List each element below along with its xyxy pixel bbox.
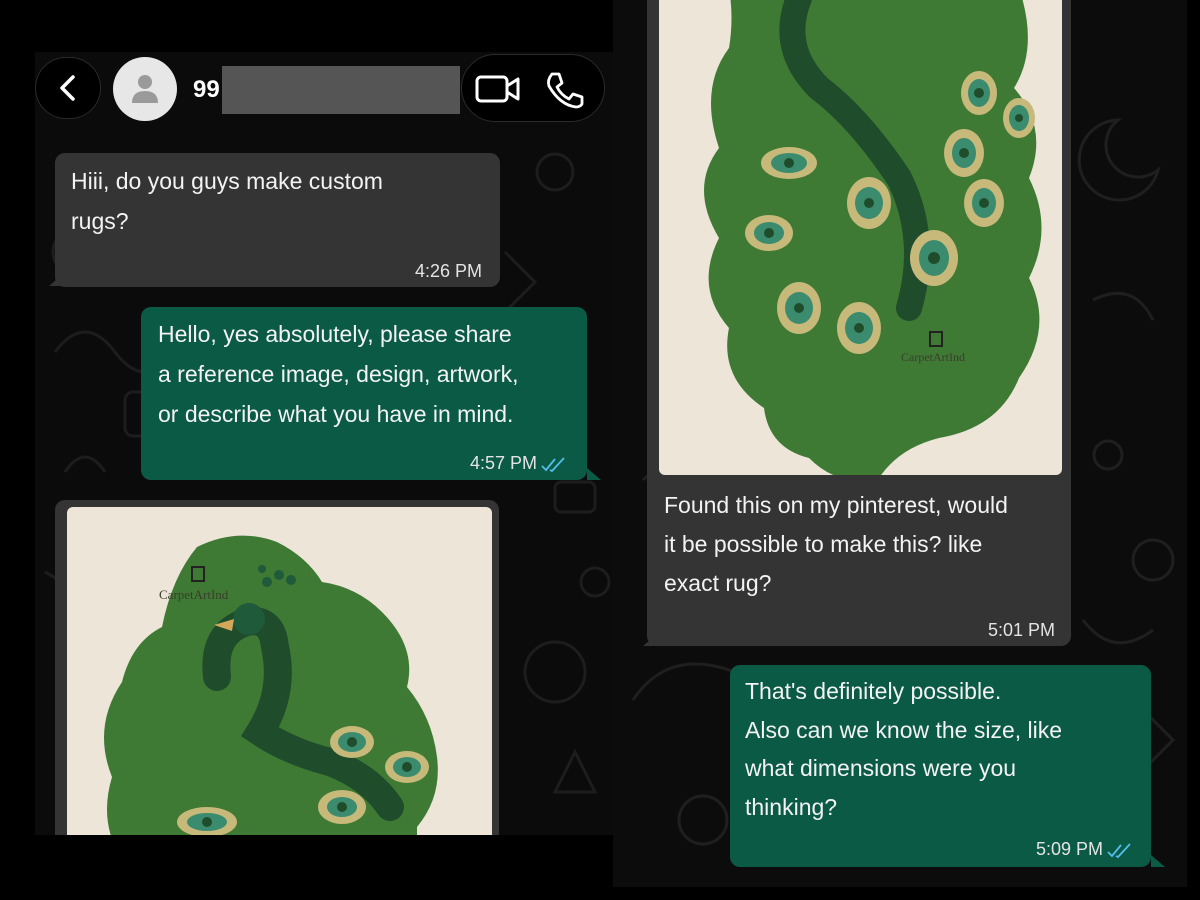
- message-line: thinking?: [745, 793, 838, 820]
- back-arrow-icon: [60, 75, 75, 101]
- rug-image[interactable]: CarpetArtInd: [67, 507, 492, 835]
- message-line: rugs?: [71, 208, 129, 234]
- image-caption: Found this on my pinterest, would it be …: [664, 486, 1008, 603]
- avatar[interactable]: [113, 57, 177, 121]
- bubble-tail: [49, 274, 63, 286]
- peacock-rug-graphic: [104, 535, 438, 835]
- caption-line: exact rug?: [664, 570, 772, 596]
- message-line: a reference image, design, artwork,: [158, 361, 519, 387]
- brand-logo-text: CarpetArtInd: [159, 587, 229, 602]
- message-line: or describe what you have in mind.: [158, 401, 514, 427]
- message-time: 5:01 PM: [987, 620, 1055, 640]
- voice-call-button[interactable]: [544, 71, 584, 114]
- brand-logo-text: CarpetArtInd: [901, 350, 965, 364]
- double-check-icon: [1107, 843, 1131, 859]
- message-bubble-incoming[interactable]: Hiii, do you guys make custom rugs? 4:26…: [55, 153, 500, 287]
- contact-name[interactable]: 99: [193, 76, 220, 104]
- double-check-icon: [541, 457, 565, 473]
- message-line: Also can we know the size, like: [745, 716, 1063, 743]
- back-button[interactable]: [35, 57, 101, 119]
- caption-line: it be possible to make this? like: [664, 531, 983, 557]
- bubble-tail: [643, 634, 657, 646]
- chat-header: 99: [35, 52, 613, 134]
- message-bubble-outgoing[interactable]: Hello, yes absolutely, please share a re…: [141, 307, 587, 480]
- bubble-tail: [1151, 855, 1165, 867]
- rug-image[interactable]: CarpetArtInd: [659, 0, 1062, 475]
- message-line: what dimensions were you: [745, 755, 1017, 781]
- peacock-rug-graphic: [704, 0, 1042, 475]
- caption-line: Found this on my pinterest, would: [664, 492, 1008, 518]
- brand-logo-mark: [191, 566, 205, 582]
- person-icon: [132, 75, 158, 103]
- message-line: Hello, yes absolutely, please share: [158, 321, 512, 347]
- message-time: 4:57 PM: [469, 453, 537, 473]
- video-call-icon: [475, 75, 520, 103]
- bubble-tail: [587, 468, 601, 480]
- message-text: Hiii, do you guys make custom rugs?: [71, 161, 383, 241]
- message-line: That's definitely possible.: [745, 678, 1002, 704]
- message-text: Hello, yes absolutely, please share a re…: [158, 314, 519, 434]
- message-text: That's definitely possible. Also can we …: [745, 672, 1062, 826]
- name-redaction: [222, 66, 460, 114]
- phone-icon: [547, 72, 584, 109]
- call-actions: [461, 54, 605, 122]
- brand-logo-mark: [929, 331, 943, 347]
- message-line: Hiii, do you guys make custom: [71, 168, 383, 194]
- chat-screenshot-left: 99 Hiii, do you guys make custom rugs? 4…: [35, 52, 613, 835]
- chat-screenshot-right: CarpetArtInd Found this on my pinterest,…: [613, 0, 1187, 887]
- message-bubble-image[interactable]: CarpetArtInd Found this on my pinterest,…: [647, 0, 1071, 646]
- video-call-button[interactable]: [474, 73, 522, 110]
- message-bubble-outgoing[interactable]: That's definitely possible. Also can we …: [730, 665, 1151, 867]
- message-time: 5:09 PM: [1035, 839, 1103, 859]
- message-bubble-image[interactable]: CarpetArtInd: [55, 500, 499, 835]
- message-time: 4:26 PM: [414, 261, 482, 281]
